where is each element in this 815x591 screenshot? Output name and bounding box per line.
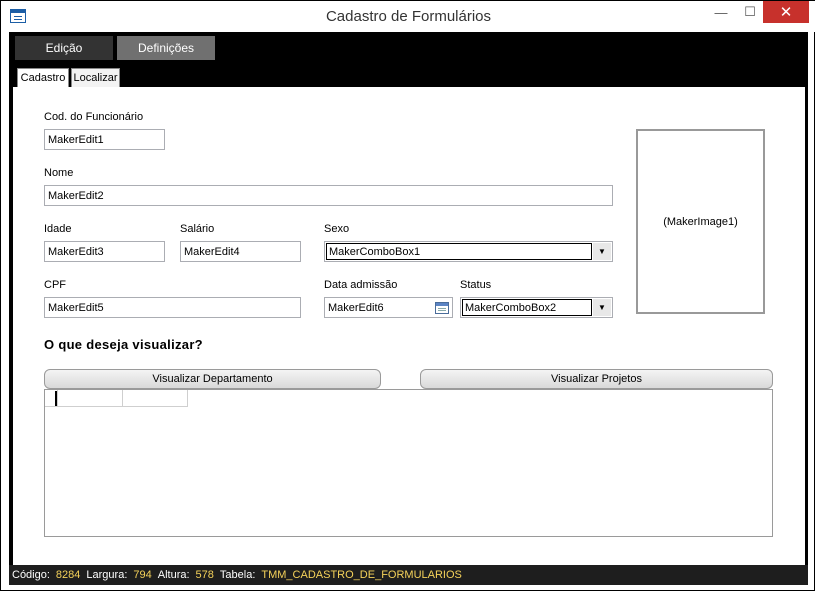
sexo-combobox-value: MakerComboBox1 <box>326 243 592 260</box>
salario-field[interactable]: MakerEdit4 <box>180 241 301 262</box>
altura-label: Altura: <box>157 569 190 581</box>
window-title: Cadastro de Formulários <box>325 8 492 25</box>
tab-definicoes[interactable]: Definições <box>117 36 215 60</box>
largura-label: Largura: <box>86 569 128 581</box>
sexo-combobox[interactable]: MakerComboBox1 ▼ <box>324 241 613 262</box>
largura-value: 794 <box>133 569 152 581</box>
cod-funcionario-label: Cod. do Funcionário <box>44 111 144 123</box>
grid-cell[interactable] <box>58 390 123 407</box>
tabela-label: Tabela: <box>219 569 256 581</box>
grid-cell[interactable] <box>123 390 188 407</box>
main-tab-bar: Edição Definições <box>9 32 808 63</box>
altura-value: 578 <box>195 569 214 581</box>
tab-localizar[interactable]: Localizar <box>71 68 120 87</box>
data-admissao-field[interactable]: MakerEdit6 <box>324 297 453 318</box>
chevron-down-icon[interactable]: ▼ <box>593 243 611 260</box>
codigo-label: Código: <box>12 569 50 581</box>
image-placeholder-text: (MakerImage1) <box>663 215 738 228</box>
idade-label: Idade <box>44 223 72 235</box>
data-admissao-label: Data admissão <box>324 279 398 291</box>
status-combobox[interactable]: MakerComboBox2 ▼ <box>460 297 613 318</box>
codigo-value: 8284 <box>55 569 81 581</box>
nome-label: Nome <box>44 167 74 179</box>
status-combobox-value: MakerComboBox2 <box>462 299 592 316</box>
close-button[interactable]: ✕ <box>763 1 809 23</box>
cod-funcionario-field[interactable]: MakerEdit1 <box>44 129 165 150</box>
nome-field[interactable]: MakerEdit2 <box>44 185 613 206</box>
visualizar-departamento-button[interactable]: Visualizar Departamento <box>44 369 381 389</box>
title-bar: Cadastro de Formulários — ☐ ✕ <box>1 1 815 32</box>
employee-photo[interactable]: (MakerImage1) <box>636 129 765 314</box>
app-window: Cadastro de Formulários — ☐ ✕ Edição Def… <box>0 0 815 591</box>
calendar-icon[interactable] <box>433 299 451 316</box>
tabela-value: TMM_CADASTRO_DE_FORMULARIOS <box>261 569 462 581</box>
grid-row-indicator[interactable] <box>45 390 58 407</box>
visualizar-projetos-button[interactable]: Visualizar Projetos <box>420 369 773 389</box>
sub-tab-bar: Cadastro Localizar <box>9 63 808 87</box>
minimize-button[interactable]: — <box>707 1 735 23</box>
maximize-button[interactable]: ☐ <box>736 1 764 23</box>
sexo-label: Sexo <box>324 223 350 235</box>
salario-label: Salário <box>180 223 215 235</box>
tab-edicao[interactable]: Edição <box>15 36 113 60</box>
tab-cadastro[interactable]: Cadastro <box>17 68 69 87</box>
chevron-down-icon[interactable]: ▼ <box>593 299 611 316</box>
view-question-heading: O que deseja visualizar? <box>44 337 203 352</box>
status-label: Status <box>460 279 492 291</box>
data-admissao-value: MakerEdit6 <box>328 302 384 314</box>
data-grid[interactable] <box>44 389 773 537</box>
status-bar: Código: 8284 Largura: 794 Altura: 578 Ta… <box>9 565 808 585</box>
cpf-label: CPF <box>44 279 66 291</box>
idade-field[interactable]: MakerEdit3 <box>44 241 165 262</box>
form-content: Cod. do Funcionário MakerEdit1 Nome Make… <box>13 87 805 565</box>
cpf-field[interactable]: MakerEdit5 <box>44 297 301 318</box>
